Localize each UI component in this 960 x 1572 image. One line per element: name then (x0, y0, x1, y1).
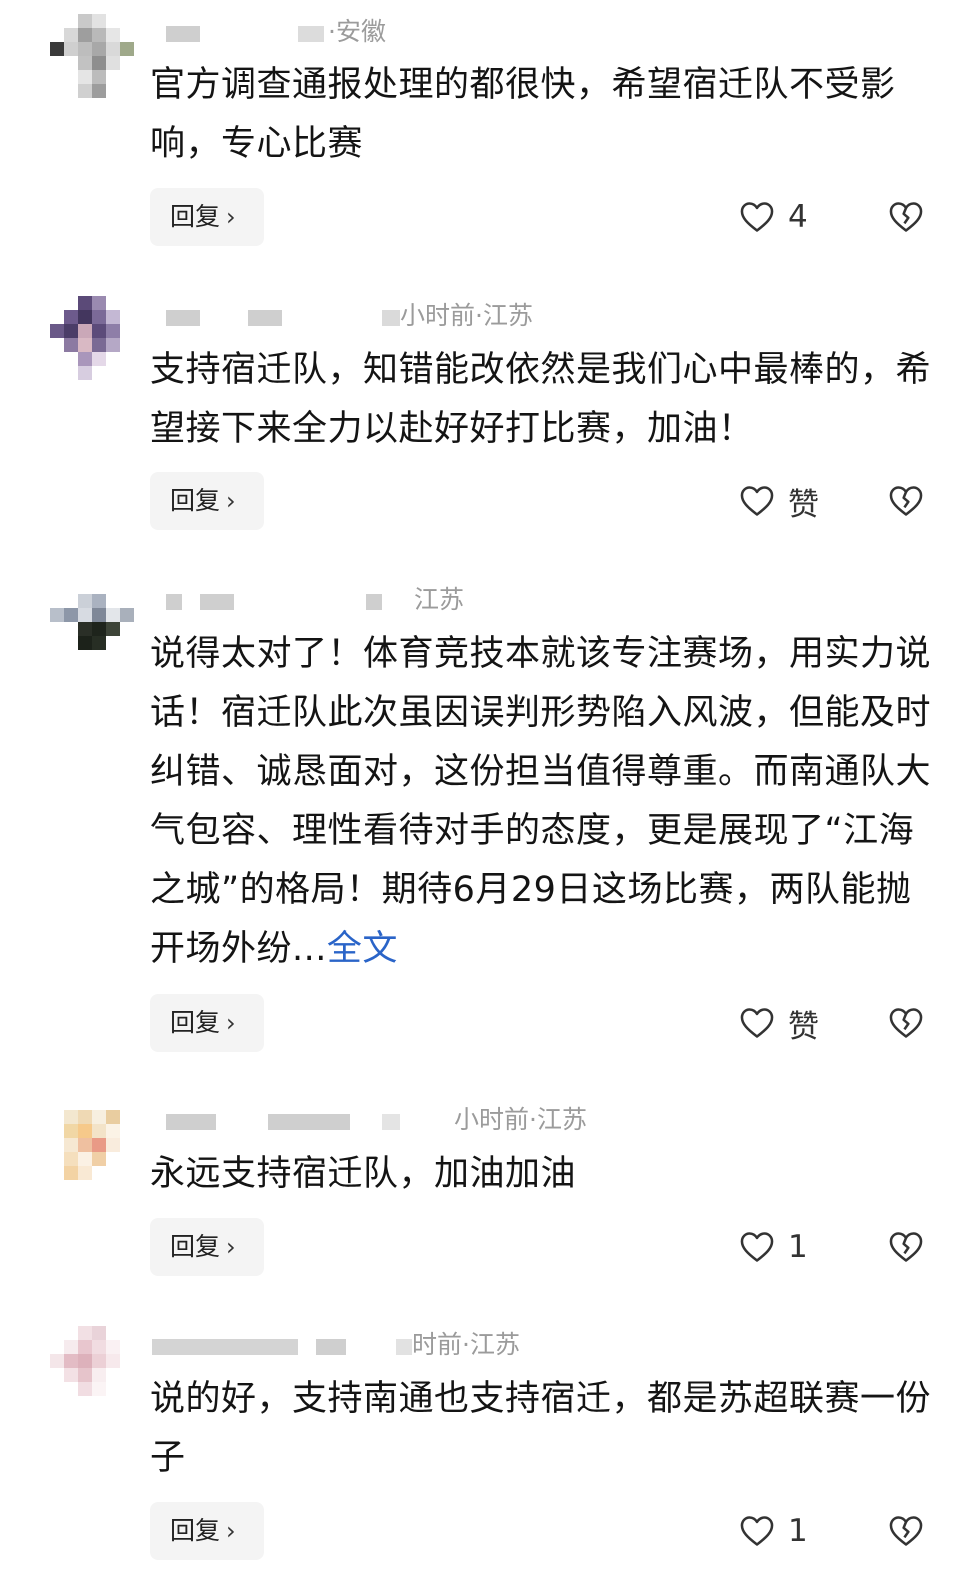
chevron-right-icon: › (226, 203, 236, 231)
reply-button[interactable]: 回复 › (150, 1502, 264, 1560)
avatar[interactable] (50, 296, 134, 380)
username-redacted (298, 26, 324, 42)
broken-heart-icon (889, 1516, 923, 1546)
comment-time-location: ·安徽 (328, 17, 386, 46)
like-count: 4 (788, 199, 808, 235)
dislike-button[interactable] (887, 472, 925, 530)
username-redacted (396, 1339, 412, 1355)
comment-time-location: 江苏 (414, 585, 465, 614)
chevron-right-icon: › (226, 487, 236, 515)
comment-time-location: 时前·江苏 (412, 1330, 520, 1359)
like-button[interactable]: 赞 (738, 472, 819, 530)
broken-heart-icon (889, 1008, 923, 1038)
username-redacted (248, 310, 282, 326)
like-button[interactable]: 4 (738, 188, 808, 246)
heart-outline-icon (740, 202, 774, 232)
dislike-button[interactable] (887, 994, 925, 1052)
like-button[interactable]: 1 (738, 1502, 808, 1560)
comment-text: 官方调查通报处理的都很快，希望宿迁队不受影响，专心比赛 (150, 65, 896, 164)
chevron-right-icon: › (226, 1517, 236, 1545)
comment-text: 说得太对了！体育竞技本就该专注赛场，用实力说话！宿迁队此次虽因误判形势陷入风波，… (150, 634, 932, 969)
username-redacted (166, 310, 200, 326)
like-button[interactable]: 1 (738, 1218, 808, 1276)
broken-heart-icon (889, 486, 923, 516)
heart-outline-icon (740, 1008, 774, 1038)
avatar[interactable] (50, 14, 134, 98)
username-redacted (366, 594, 382, 610)
username-redacted (382, 1114, 400, 1130)
avatar[interactable] (50, 580, 134, 664)
chevron-right-icon: › (226, 1233, 236, 1261)
comment-text: 永远支持宿迁队，加油加油 (150, 1154, 577, 1194)
like-count: 赞 (788, 1008, 819, 1045)
username-redacted (268, 1114, 350, 1130)
avatar[interactable] (50, 1110, 134, 1194)
username-redacted (382, 310, 400, 326)
heart-outline-icon (740, 1516, 774, 1546)
expand-full-text-link[interactable]: 全文 (327, 929, 398, 969)
like-button[interactable]: 赞 (738, 994, 819, 1052)
username-redacted (316, 1339, 346, 1355)
comment-text: 支持宿迁队，知错能改依然是我们心中最棒的，希望接下来全力以赴好好打比赛，加油！ (150, 350, 932, 449)
username-redacted (152, 1339, 298, 1355)
like-count: 1 (788, 1229, 808, 1265)
dislike-button[interactable] (887, 188, 925, 246)
comment-meta: 时前·江苏 (150, 1325, 850, 1365)
reply-button[interactable]: 回复 › (150, 472, 264, 530)
like-count: 1 (788, 1513, 808, 1549)
reply-button[interactable]: 回复 › (150, 188, 264, 246)
username-redacted (166, 1114, 216, 1130)
avatar[interactable] (50, 1326, 134, 1410)
heart-outline-icon (740, 486, 774, 516)
username-redacted (200, 594, 234, 610)
broken-heart-icon (889, 202, 923, 232)
username-redacted (166, 26, 200, 42)
comment-meta: ·安徽 (150, 12, 850, 52)
broken-heart-icon (889, 1232, 923, 1262)
comment-meta: 小时前·江苏 (150, 1100, 850, 1140)
chevron-right-icon: › (226, 1009, 236, 1037)
like-count: 赞 (788, 486, 819, 523)
comment-text: 说的好，支持南通也支持宿迁，都是苏超联赛一份子 (150, 1379, 932, 1478)
dislike-button[interactable] (887, 1218, 925, 1276)
reply-button[interactable]: 回复 › (150, 994, 264, 1052)
comment-time-location: 小时前·江苏 (454, 1105, 587, 1134)
comment-meta: 小时前·江苏 (150, 296, 850, 336)
heart-outline-icon (740, 1232, 774, 1262)
comment-time-location: 小时前·江苏 (400, 301, 533, 330)
dislike-button[interactable] (887, 1502, 925, 1560)
comment-meta: 江苏 (150, 580, 850, 620)
reply-button[interactable]: 回复 › (150, 1218, 264, 1276)
username-redacted (166, 594, 182, 610)
